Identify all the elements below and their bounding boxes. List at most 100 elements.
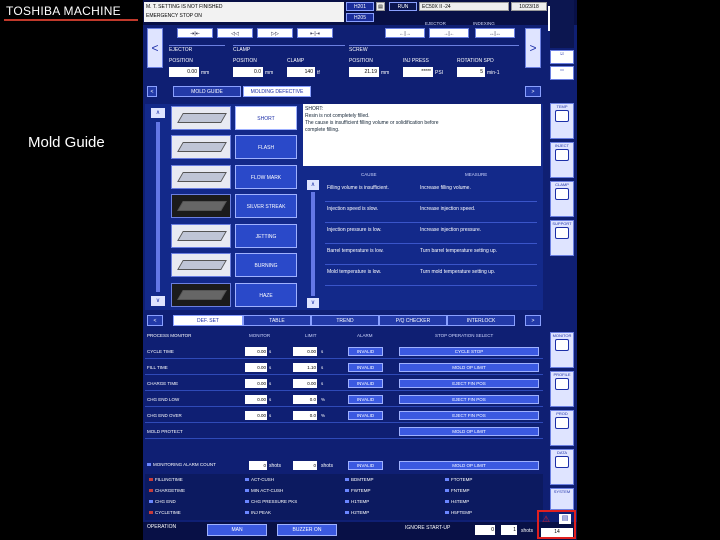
monitor-unit: s [269,381,272,386]
operation-bar: OPERATION MAN BUZZER ON IGNORE START-UP … [143,522,577,540]
ignore-value-2[interactable]: 1 [501,525,517,535]
tab-molding-defective[interactable]: MOLDING DEFECTIVE [243,86,311,97]
top-bar: M. T. SETTING IS NOT FINISHED EMERGENCY … [143,0,577,25]
mold-op-1[interactable]: ⇥|⇤ [177,28,213,38]
param-value-6[interactable]: 5 [457,67,485,77]
limit-value[interactable]: 0.00 [293,347,317,356]
monitor-tab-left[interactable]: < [147,315,163,326]
mold-op-3[interactable]: ▷▷ [257,28,293,38]
description-heading: SHORT: [305,106,324,112]
monitor-small-icon[interactable]: ▭ [550,66,574,80]
scroll-up-icon[interactable]: ∧ [151,108,165,118]
param-value-2[interactable]: 0.0 [233,67,263,77]
monitor-header: PROCESS MONITOR MONITOR LIMIT ALARM STOP… [145,332,543,342]
alarm-button[interactable]: INVALID [348,379,383,388]
side-button-monitor[interactable]: MONITOR [550,332,574,368]
monitor-icon [555,339,569,351]
nav-right-button[interactable]: > [525,28,541,68]
buzzer-button[interactable]: BUZZER ON [277,524,337,536]
param-value-4[interactable]: 21.19 [349,67,379,77]
defect-button-silver-streak[interactable]: SILVER STREAK [235,194,297,218]
tab-table[interactable]: TABLE [243,315,311,326]
stop-select-button[interactable]: MOLD OP LIMIT [399,363,539,372]
tab-scroll-right[interactable]: > [525,86,541,97]
monitor-value: 0.00 [245,379,267,388]
warning-icon[interactable]: ⚠ [542,514,550,525]
alarm-button[interactable]: INVALID [348,395,383,404]
report-icon[interactable]: ▤ [559,514,571,524]
mold-op-5[interactable]: ←|→ [385,28,425,38]
defect-button-short[interactable]: SHORT [235,106,297,130]
tab-def-set[interactable]: DEF. SET [173,315,243,326]
side-button-clamp[interactable]: CLAMP [550,181,574,217]
cause-scroll-down-icon[interactable]: ∨ [307,298,319,308]
scroll-down-icon[interactable]: ∨ [151,296,165,306]
cause-scroll-up-icon[interactable]: ∧ [307,180,319,190]
side-button-profile[interactable]: PROFILE [550,371,574,407]
mold-op-6[interactable]: →|← [429,28,469,38]
limit-value[interactable]: 0.0 [293,411,317,420]
row-label: CHARGE TIME [147,381,179,386]
defect-button-haze[interactable]: HAZE [235,283,297,307]
alarm-button[interactable]: INVALID [348,347,383,356]
hmi-screen: M. T. SETTING IS NOT FINISHED EMERGENCY … [143,0,577,540]
monitor-value: 0.00 [245,347,267,356]
scroll-track[interactable] [156,122,160,292]
stop-select-button[interactable]: EJECT FIN POS [399,379,539,388]
side-button-inject[interactable]: INJECT [550,142,574,178]
defect-button-jetting[interactable]: JETTING [235,224,297,248]
stop-select-button[interactable]: MOLD OP LIMIT [399,427,539,436]
description-line-3: complete filling. [305,127,340,133]
ignore-value-1[interactable]: 0 [475,525,495,535]
side-label: TEMP [556,104,568,109]
mold-op-7[interactable]: ↔|↔ [475,28,515,38]
param-value-1[interactable]: 0.00 [169,67,199,77]
title-underline [4,19,138,21]
nav-left-button[interactable]: < [147,28,163,68]
side-button-temp[interactable]: TEMP [550,103,574,139]
tab-trend[interactable]: TREND [311,315,379,326]
tab-scroll-left[interactable]: < [147,86,157,97]
stop-select-button[interactable]: CYCLE STOP [399,347,539,356]
alarm-count-stop-button[interactable]: MOLD OP LIMIT [399,461,539,470]
tab-mold-guide[interactable]: MOLD GUIDE [173,86,241,97]
side-label: PROFILE [553,372,571,377]
mold-op-4[interactable]: ⇤|⇥ [297,28,333,38]
defect-button-flow-mark[interactable]: FLOW MARK [235,165,297,189]
cause-scrollbar[interactable]: ∧ ∨ [307,180,319,310]
alarm-item: H4TEMP [445,499,469,504]
group-label-clamp: CLAMP [233,45,345,53]
defect-button-flash[interactable]: FLASH [235,135,297,159]
doc-icon[interactable]: ▤ [376,2,385,11]
tab-pq-checker[interactable]: P/Q CHECKER [379,315,447,326]
defect-scrollbar[interactable]: ∧ ∨ [151,108,165,306]
production-icon [555,417,569,429]
limit-value[interactable]: 1.10 [293,363,317,372]
cause-scroll-track[interactable] [311,192,315,296]
description-line-1: Resin is not completely filled. [305,113,370,119]
measure-text: Turn mold temperature setting up. [420,269,496,275]
defect-button-burning[interactable]: BURNING [235,253,297,277]
man-button[interactable]: MAN [207,524,267,536]
limit-value[interactable]: 0.00 [293,379,317,388]
alarm-item: FNTEMP [445,488,470,493]
param-value-3[interactable]: 140 [287,67,315,77]
mold-op-2[interactable]: ◁◁ [217,28,253,38]
side-button-prod[interactable]: PROD [550,410,574,446]
alarm-button[interactable]: INVALID [348,363,383,372]
stop-select-button[interactable]: EJECT FIN POS [399,411,539,420]
side-button-support[interactable]: SUPPORT [550,220,574,256]
side-button-data[interactable]: DATA [550,449,574,485]
side-button-system[interactable]: SYSTEM [550,488,574,510]
checklist-icon[interactable]: ☑ [550,50,574,64]
alarm-count-limit[interactable]: 0 [293,461,317,470]
alarm-button[interactable]: INVALID [348,411,383,420]
tab-interlock[interactable]: INTERLOCK [447,315,515,326]
param-value-5[interactable]: ***** [403,67,433,77]
alarm-count-limit-unit: shots [321,463,333,469]
stop-select-button[interactable]: EJECT FIN POS [399,395,539,404]
alarm-count-alarm-button[interactable]: INVALID [348,461,383,470]
cause-row: Mold temperature is low. Turn mold temper… [325,266,537,286]
monitor-tab-right[interactable]: > [525,315,541,326]
limit-value[interactable]: 0.0 [293,395,317,404]
